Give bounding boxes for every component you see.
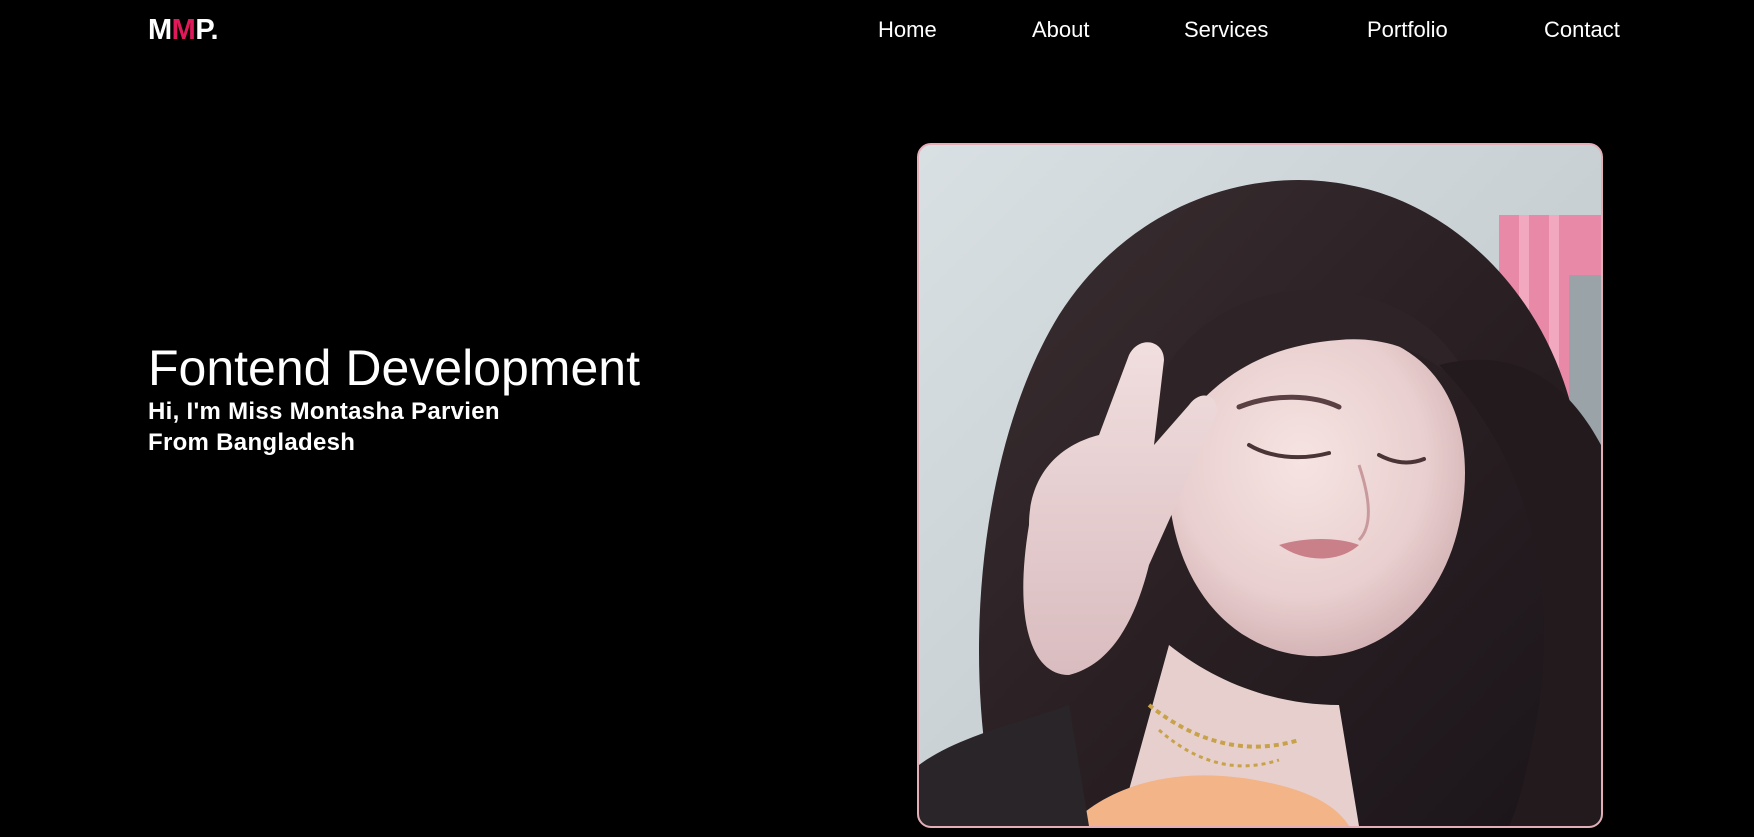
nav-link-services[interactable]: Services [1184, 16, 1268, 44]
main-nav: Home About Services Portfolio Contact [0, 16, 1754, 46]
hero-title: Fontend Development [148, 340, 640, 396]
nav-link-home[interactable]: Home [878, 16, 937, 44]
portfolio-page: MMP. Home About Services Portfolio Conta… [0, 0, 1754, 837]
nav-link-about[interactable]: About [1032, 16, 1090, 44]
nav-link-contact[interactable]: Contact [1544, 16, 1620, 44]
nav-link-portfolio[interactable]: Portfolio [1367, 16, 1448, 44]
profile-photo-illustration [919, 145, 1601, 826]
profile-photo [917, 143, 1603, 828]
hero-intro: Fontend Development Hi, I'm Miss Montash… [148, 340, 640, 458]
hero-greeting: Hi, I'm Miss Montasha Parvien [148, 398, 500, 425]
hero-origin: From Bangladesh [148, 429, 356, 456]
